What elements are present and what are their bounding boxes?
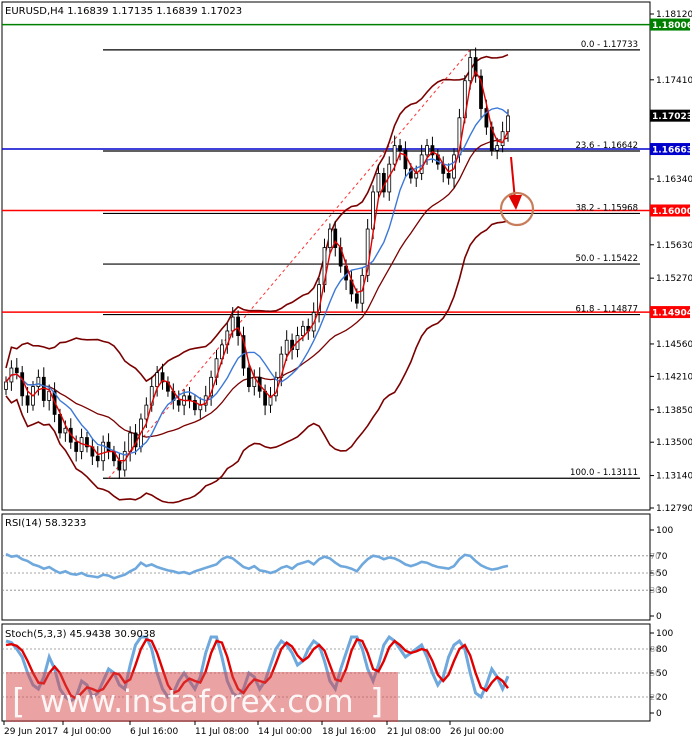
candle-body [398, 145, 402, 151]
chart-window: 0.0 - 1.17733 23.6 - 1.16642 38.2 - 1.1596… [0, 0, 692, 741]
candle-body [284, 339, 289, 355]
candle-body [327, 228, 332, 248]
candle-body [155, 372, 160, 387]
price-tick-label: 1.15270 [656, 274, 692, 284]
price-tick-label: 1.12790 [656, 504, 692, 514]
price-tag-label: 1.14904 [652, 309, 692, 319]
candle-body [376, 173, 381, 193]
symbol-header: EURUSD,H4 1.16839 1.17135 1.16839 1.1702… [5, 6, 242, 17]
price-tick-label: 1.15630 [656, 241, 692, 251]
candle-body [354, 293, 359, 304]
stoch-tick-label: 0 [656, 709, 662, 719]
candle-body [403, 149, 408, 170]
price-tick-label: 1.16340 [656, 175, 692, 185]
stoch-tick-label: 100 [656, 629, 673, 639]
rsi-level-label: 50 [650, 569, 660, 578]
candle-body [58, 413, 62, 434]
time-tick-label: 14 Jul 00:00 [258, 727, 312, 737]
price-tag-label: 1.17023 [652, 112, 692, 122]
candle-body [495, 145, 500, 151]
fib-level-label: 100.0 - 1.13111 [570, 468, 638, 478]
price-tick-label: 1.14560 [656, 340, 692, 350]
fib-level-label: 50.0 - 1.15422 [575, 254, 638, 264]
candle-body [500, 131, 505, 147]
watermark-layer: [ www.instaforex.com] [6, 672, 398, 722]
price-tag-label: 1.16663 [652, 146, 692, 156]
watermark-bracket-close: ] [370, 682, 383, 722]
price-tag-label: 1.18006 [652, 21, 692, 31]
time-tick-label: 18 Jul 16:00 [322, 727, 376, 737]
candle-body [14, 367, 19, 374]
rsi-tick-label: 100 [656, 526, 673, 536]
chart-canvas[interactable]: 0.0 - 1.17733 23.6 - 1.16642 38.2 - 1.1596… [0, 0, 692, 741]
candle-body [36, 376, 41, 387]
candle-body [106, 441, 111, 452]
watermark-text: www.instaforex.com [40, 684, 354, 720]
fib-level-label: 23.6 - 1.16642 [575, 141, 638, 151]
candle-body [20, 372, 25, 397]
candle-body [230, 316, 235, 332]
price-tick-label: 1.18120 [656, 10, 692, 20]
price-tag-label: 1.16000 [652, 207, 692, 217]
watermark-bracket-open: [ [12, 682, 25, 722]
stoch-level-label: 80 [650, 645, 660, 654]
candle-body [95, 455, 100, 462]
candle-body [176, 400, 181, 406]
time-tick-label: 29 Jun 2017 [4, 727, 58, 737]
candle-body [117, 460, 122, 471]
fib-level-label: 61.8 - 1.14877 [575, 305, 638, 315]
rsi-label: RSI(14) 58.3233 [5, 518, 86, 529]
time-tick-label: 4 Jul 00:00 [63, 727, 112, 737]
price-tick-label: 1.13850 [656, 406, 692, 416]
rsi-tick-label: 0 [656, 612, 662, 622]
candle-body [425, 145, 429, 156]
candle-body [128, 432, 133, 452]
time-tick-label: 6 Jul 16:00 [130, 727, 179, 737]
fib-level-label: 0.0 - 1.17733 [581, 40, 638, 50]
time-tick-label: 11 Jul 08:00 [195, 727, 249, 737]
candle-body [144, 404, 149, 420]
stoch-level-label: 50 [650, 669, 660, 678]
time-tick-label: 21 Jul 08:00 [387, 727, 441, 737]
candle-body [63, 427, 68, 434]
candle-body [74, 441, 79, 452]
rsi-level-label: 30 [650, 586, 660, 595]
price-tick-label: 1.17410 [656, 76, 692, 86]
price-tick-label: 1.13500 [656, 438, 692, 448]
fib-level-label: 38.2 - 1.15968 [575, 203, 638, 213]
candle-body [247, 367, 251, 387]
rsi-level-label: 70 [650, 552, 660, 561]
candle-body [468, 57, 473, 82]
candle-body [392, 145, 397, 165]
price-tick-label: 1.14210 [656, 372, 692, 382]
stoch-label: Stoch(5,3,3) 45.9438 30.9038 [5, 629, 156, 640]
candle-body [506, 115, 510, 133]
candle-body [236, 316, 240, 337]
candle-body [300, 325, 305, 337]
candle-body [4, 381, 8, 390]
time-tick-label: 26 Jul 00:00 [450, 727, 504, 737]
price-tick-label: 1.13140 [656, 472, 692, 482]
candle-body [25, 395, 30, 406]
candle-body [187, 395, 192, 401]
candle-body [446, 173, 451, 179]
stoch-level-label: 20 [650, 693, 660, 702]
